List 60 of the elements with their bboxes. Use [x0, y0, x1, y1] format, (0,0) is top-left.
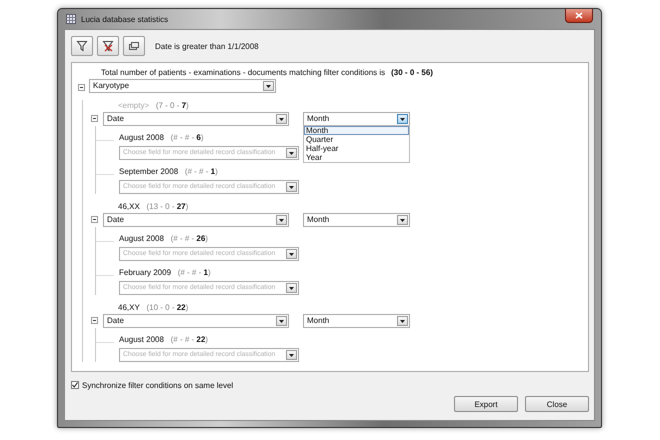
dropdown-field[interactable]: Month	[303, 112, 410, 126]
dropdown-field[interactable]: Date	[103, 112, 289, 126]
dropdown-arrow-icon	[400, 320, 405, 322]
dropdown-arrow-icon	[289, 354, 294, 356]
export-button[interactable]: Export	[454, 396, 518, 412]
close-button[interactable]	[565, 9, 593, 23]
group-label: 46,XY	[118, 303, 140, 312]
app-icon	[66, 14, 76, 24]
dropdown-field[interactable]: Month	[303, 213, 410, 227]
dropdown-field[interactable]: Karyotype	[89, 79, 276, 93]
checkbox-label[interactable]: Synchronize filter conditions on same level	[82, 380, 234, 390]
group-label: 46,XX	[118, 202, 140, 211]
dropdown-field[interactable]: Date	[103, 213, 289, 227]
group-label: February 2009	[119, 268, 172, 277]
dropdown-arrow-icon	[289, 286, 294, 290]
collapse-icon[interactable]	[91, 115, 98, 122]
dropdown-field[interactable]: Month	[303, 314, 410, 328]
record-count: (# - # - 22)	[170, 335, 208, 344]
windows-icon	[128, 40, 140, 52]
record-count: (# - # - 26)	[170, 234, 208, 243]
record-count: (13 - 0 - 27)	[146, 202, 188, 211]
record-count: (# - # - 6)	[170, 133, 204, 142]
dropdown-field[interactable]: Date	[103, 314, 289, 328]
dropdown-arrow-icon	[400, 118, 405, 120]
dropdown-arrow-icon	[400, 218, 405, 222]
dropdown-arrow-icon	[266, 84, 271, 88]
group-label: August 2008	[119, 133, 164, 142]
collapse-icon[interactable]	[91, 216, 98, 223]
dropdown-option[interactable]: Quarter	[304, 135, 409, 144]
group-label: <empty>	[118, 101, 150, 110]
record-count: (# - # - 1)	[184, 167, 218, 176]
record-count: (# - # - 1)	[178, 268, 211, 277]
dropdown-arrow-icon	[279, 218, 284, 222]
dropdown-arrow-icon	[289, 152, 294, 154]
filter-button[interactable]	[71, 36, 93, 56]
dropdown-arrow-icon	[279, 320, 284, 322]
summary-text: Total number of patients - examinations - documents matching filter conditions is	[101, 68, 386, 77]
record-count: (7 - 0 - 7)	[156, 101, 189, 110]
dropdown-arrow-icon	[289, 252, 294, 256]
dropdown-option[interactable]: Year	[304, 153, 409, 162]
funnel-icon	[76, 40, 88, 52]
dropdown-arrow-icon	[289, 186, 294, 188]
crossed-funnel-icon	[102, 40, 114, 52]
tools-button[interactable]	[123, 36, 145, 56]
group-label: September 2008	[119, 167, 178, 176]
filter-description: Date is greater than 1/1/2008	[155, 42, 259, 50]
clear-filter-button[interactable]	[97, 36, 119, 56]
group-label: August 2008	[119, 234, 164, 243]
close-icon	[575, 12, 583, 19]
dropdown-arrow-icon	[279, 118, 284, 120]
window-title: Lucia database statistics	[81, 14, 168, 24]
close-button[interactable]: Close	[525, 396, 589, 412]
collapse-icon[interactable]	[78, 84, 85, 91]
dropdown-option[interactable]: Half-year	[304, 144, 409, 153]
record-count: (10 - 0 - 22)	[146, 303, 188, 312]
collapse-icon[interactable]	[91, 317, 98, 324]
group-label: August 2008	[119, 335, 164, 344]
checkbox[interactable]	[71, 381, 79, 389]
dropdown-option[interactable]: Month	[304, 126, 409, 135]
record-count: (30 - 0 - 56)	[391, 68, 433, 77]
